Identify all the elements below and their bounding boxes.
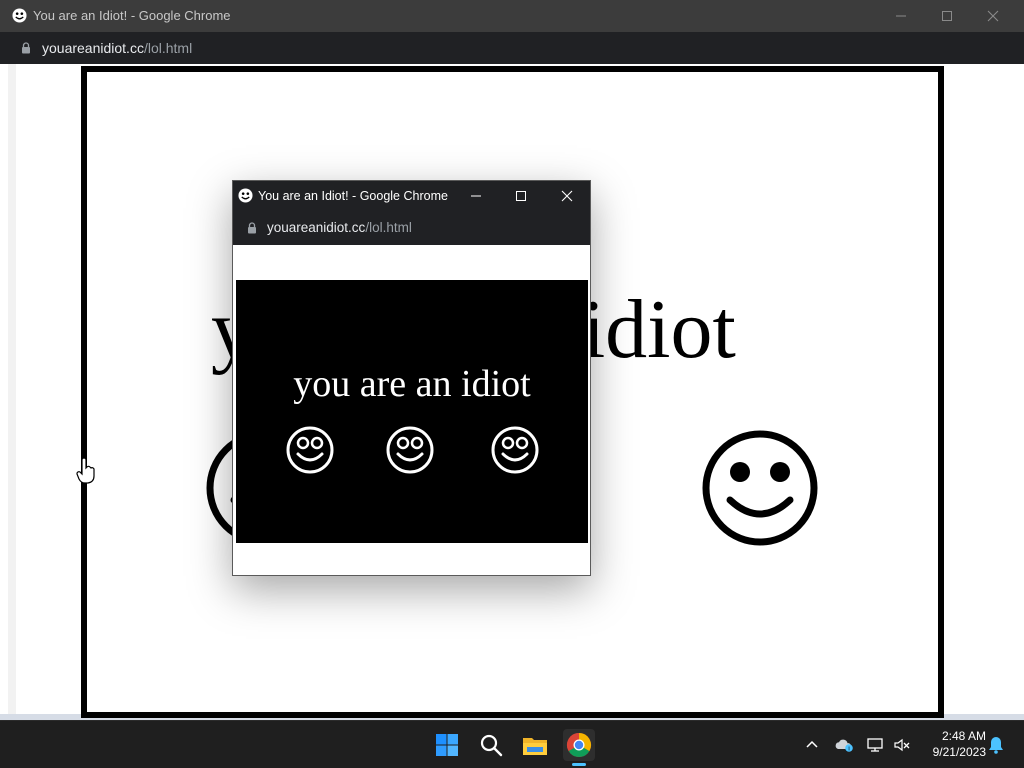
- popup-url[interactable]: youareanidiot.cc/lol.html: [267, 220, 412, 236]
- network-button[interactable]: [866, 735, 886, 755]
- main-window-title: You are an Idiot! - Google Chrome: [33, 8, 231, 23]
- main-url-domain: youareanidiot.cc: [42, 40, 144, 56]
- popup-browser-window: You are an Idiot! - Google Chrome youare…: [232, 180, 591, 576]
- close-icon: [561, 190, 573, 202]
- lock-icon: [248, 222, 256, 234]
- taskbar-clock[interactable]: 2:48 AM 9/21/2023: [920, 728, 986, 760]
- network-icon: [867, 738, 883, 752]
- file-explorer-button[interactable]: [519, 729, 551, 761]
- maximize-icon: [516, 191, 526, 201]
- popup-close-button[interactable]: [544, 181, 590, 211]
- minimize-icon: [896, 15, 906, 17]
- taskbar: i 2:48 AM 9/21/2023: [0, 720, 1024, 768]
- windows-logo-icon: [436, 734, 458, 756]
- minimize-button[interactable]: [878, 0, 924, 32]
- big-smiley-right-icon: [702, 430, 818, 546]
- folder-icon: [523, 738, 547, 755]
- hand-cursor-icon: [76, 458, 95, 484]
- popup-url-path: /lol.html: [365, 220, 412, 235]
- chevron-up-icon: [806, 740, 818, 748]
- onedrive-icon: i: [835, 739, 853, 753]
- popup-window-title: You are an Idiot! - Google Chrome: [258, 189, 448, 203]
- svg-text:i: i: [848, 747, 849, 753]
- popup-minimize-button[interactable]: [453, 181, 499, 211]
- show-hidden-icons-button[interactable]: [802, 735, 822, 755]
- minimize-icon: [471, 195, 481, 197]
- small-smiley-icon: [386, 426, 434, 474]
- page-margin: [8, 64, 16, 714]
- page-bottom-border: [81, 712, 944, 718]
- main-address-bar[interactable]: youareanidiot.cc/lol.html: [0, 32, 1024, 64]
- popup-black-stage: you are an idiot: [236, 280, 588, 543]
- main-title-bar[interactable]: You are an Idiot! - Google Chrome: [0, 0, 1024, 32]
- notifications-button[interactable]: [986, 735, 1006, 755]
- volume-muted-icon: [894, 738, 910, 752]
- close-icon: [987, 10, 999, 22]
- small-smiley-icon: [491, 426, 539, 474]
- active-app-indicator: [572, 763, 586, 766]
- maximize-icon: [942, 11, 952, 21]
- volume-button[interactable]: [892, 735, 912, 755]
- popup-title-bar[interactable]: You are an Idiot! - Google Chrome: [233, 181, 590, 211]
- popup-page-text: you are an idiot: [293, 363, 531, 405]
- popup-url-domain: youareanidiot.cc: [267, 220, 366, 235]
- main-url-path: /lol.html: [143, 40, 193, 56]
- onedrive-button[interactable]: i: [834, 735, 854, 755]
- bell-icon: [989, 737, 1003, 754]
- maximize-button[interactable]: [924, 0, 970, 32]
- search-icon: [480, 734, 503, 757]
- smiley-favicon-icon: [238, 188, 253, 203]
- chrome-icon: [566, 733, 592, 758]
- close-button[interactable]: [970, 0, 1016, 32]
- start-button[interactable]: [431, 729, 463, 761]
- clock-time: 2:48 AM: [941, 729, 986, 743]
- popup-address-bar[interactable]: youareanidiot.cc/lol.html: [233, 211, 590, 245]
- smiley-favicon-icon: [12, 8, 27, 23]
- chrome-button[interactable]: [563, 729, 595, 761]
- lock-icon: [22, 42, 30, 54]
- popup-maximize-button[interactable]: [498, 181, 544, 211]
- main-url[interactable]: youareanidiot.cc/lol.html: [42, 40, 192, 56]
- clock-date: 9/21/2023: [932, 745, 986, 759]
- search-button[interactable]: [475, 729, 507, 761]
- small-smiley-icon: [286, 426, 334, 474]
